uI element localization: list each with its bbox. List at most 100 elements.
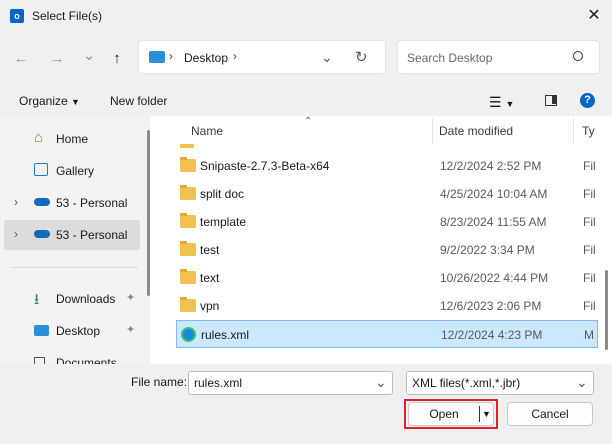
sidebar-item-onedrive-personal-selected[interactable]: › 53 - Personal [4, 220, 140, 250]
open-split-button[interactable]: Open ▼ [408, 402, 494, 426]
chevron-down-icon[interactable]: ⌄ [576, 374, 588, 391]
chevron-right-icon[interactable]: › [14, 227, 18, 241]
file-name: rules.xml [201, 328, 250, 342]
file-type: Fil [583, 215, 596, 229]
sidebar-item-label: Home [56, 132, 89, 146]
pin-icon[interactable]: ✦ [126, 291, 135, 304]
file-date: 8/23/2024 11:55 AM [440, 215, 547, 229]
sidebar-item-label: Documents [56, 356, 117, 364]
folder-icon [180, 213, 196, 228]
file-name: template [200, 215, 247, 229]
sidebar-item-documents[interactable]: Documents [4, 348, 140, 364]
onedrive-icon [34, 230, 50, 238]
organize-button[interactable]: Organize ▼ [19, 94, 80, 108]
sidebar-item-label: Desktop [56, 324, 101, 338]
sidebar-item-label: 53 - Personal [56, 228, 128, 242]
close-icon[interactable]: ✕ [584, 6, 604, 26]
address-separator-icon: › [169, 49, 173, 63]
dialog-footer: File name: rules.xml ⌄ XML files(*.xml,*… [0, 364, 612, 444]
sidebar-item-label: Downloads [56, 292, 116, 306]
file-date: 4/25/2024 10:04 AM [440, 187, 548, 201]
recent-locations-button[interactable]: ⌄ [78, 45, 100, 67]
file-type: Fil [583, 243, 596, 257]
chevron-down-icon[interactable]: ⌄ [375, 374, 387, 391]
onedrive-icon [34, 198, 50, 206]
search-icon[interactable] [573, 51, 583, 61]
sidebar-item-label: 53 - Personal [56, 196, 128, 210]
gallery-icon [34, 163, 48, 176]
file-row[interactable]: template 8/23/2024 11:55 AM Fil [176, 208, 598, 236]
file-row[interactable]: text 10/26/2022 4:44 PM Fil [176, 264, 598, 292]
column-header-type[interactable]: Ty [574, 116, 604, 146]
navigation-pane: ⌂ Home Gallery › 53 - Personal › 53 - Pe… [0, 116, 150, 364]
file-type-select[interactable]: XML files(*.xml,*.jbr) ⌄ [406, 371, 594, 395]
file-list-scrollbar[interactable] [605, 270, 608, 350]
cancel-button[interactable]: Cancel [507, 402, 593, 426]
file-date: 12/2/2024 4:23 PM [441, 328, 543, 342]
search-input[interactable]: Search Desktop [407, 51, 492, 65]
folder-icon [180, 269, 196, 284]
preview-pane-icon[interactable] [545, 95, 557, 106]
open-dropdown-icon[interactable]: ▼ [482, 403, 491, 425]
file-name-input[interactable]: rules.xml [194, 376, 242, 390]
title-bar: o Select File(s) ✕ [0, 0, 612, 32]
column-header-date[interactable]: Date modified [433, 116, 573, 146]
outlook-icon: o [10, 9, 24, 23]
address-bar[interactable]: › Desktop › ⌄ ↻ [138, 40, 386, 74]
refresh-icon[interactable]: ↻ [355, 48, 368, 66]
file-name: test [200, 243, 220, 257]
view-menu-icon[interactable]: ☰ ▼ [489, 94, 514, 111]
caret-down-icon: ▼ [71, 97, 80, 107]
file-type: Fil [583, 187, 596, 201]
forward-button[interactable]: → [46, 48, 68, 70]
file-type-value: XML files(*.xml,*.jbr) [412, 376, 521, 390]
file-date: 9/2/2022 3:34 PM [440, 243, 535, 257]
address-segment-desktop[interactable]: Desktop [184, 51, 228, 65]
documents-icon [34, 357, 45, 364]
sidebar-item-home[interactable]: ⌂ Home [4, 124, 140, 154]
sidebar-item-label: Gallery [56, 164, 95, 178]
help-icon[interactable]: ? [580, 93, 595, 108]
file-type: Fil [583, 271, 596, 285]
open-button[interactable]: Open [409, 403, 479, 425]
folder-icon [180, 185, 196, 200]
sidebar-item-onedrive-personal[interactable]: › 53 - Personal [4, 188, 140, 218]
file-row[interactable]: vpn 12/6/2023 2:06 PM Fil [176, 292, 598, 320]
sidebar-item-downloads[interactable]: ⭳ Downloads ✦ [4, 284, 140, 314]
search-box[interactable]: Search Desktop [397, 40, 600, 74]
sidebar-item-desktop[interactable]: Desktop ✦ [4, 316, 140, 346]
file-type: M [584, 328, 594, 342]
sidebar-item-gallery[interactable]: Gallery [4, 156, 140, 186]
file-name: split doc [200, 187, 245, 201]
file-type: Fil [583, 299, 596, 313]
folder-icon [180, 157, 196, 172]
desktop-icon [149, 51, 165, 63]
file-name-field[interactable]: rules.xml ⌄ [188, 371, 393, 395]
split-divider [479, 406, 480, 422]
partial-folder-icon [180, 144, 194, 148]
file-list: ⌃ Name Date modified Ty Snipaste-2.7.3-B… [150, 116, 612, 364]
folder-icon [180, 241, 196, 256]
sidebar-divider [12, 267, 138, 268]
file-date: 12/6/2023 2:06 PM [440, 299, 542, 313]
file-row[interactable]: Snipaste-2.7.3-Beta-x64 12/2/2024 2:52 P… [176, 152, 598, 180]
window-title: Select File(s) [32, 9, 103, 23]
column-date-label: Date modified [439, 124, 514, 138]
home-icon: ⌂ [34, 129, 44, 146]
new-folder-button[interactable]: New folder [110, 94, 167, 108]
file-date: 10/26/2022 4:44 PM [440, 271, 549, 285]
back-button[interactable]: ← [10, 48, 32, 70]
file-row[interactable]: test 9/2/2022 3:34 PM Fil [176, 236, 598, 264]
pin-icon[interactable]: ✦ [126, 323, 135, 336]
file-row[interactable]: split doc 4/25/2024 10:04 AM Fil [176, 180, 598, 208]
file-name-label: File name: [131, 375, 188, 389]
file-row-selected[interactable]: rules.xml 12/2/2024 4:23 PM M [176, 320, 598, 348]
desktop-icon [34, 325, 49, 336]
up-button[interactable]: ↑ [106, 48, 128, 70]
address-separator-icon: › [233, 49, 237, 63]
column-header-name[interactable]: Name [150, 116, 432, 146]
download-icon: ⭳ [34, 291, 40, 308]
chevron-down-icon[interactable]: ⌄ [321, 49, 333, 66]
chevron-right-icon[interactable]: › [14, 195, 18, 209]
file-name: text [200, 271, 220, 285]
